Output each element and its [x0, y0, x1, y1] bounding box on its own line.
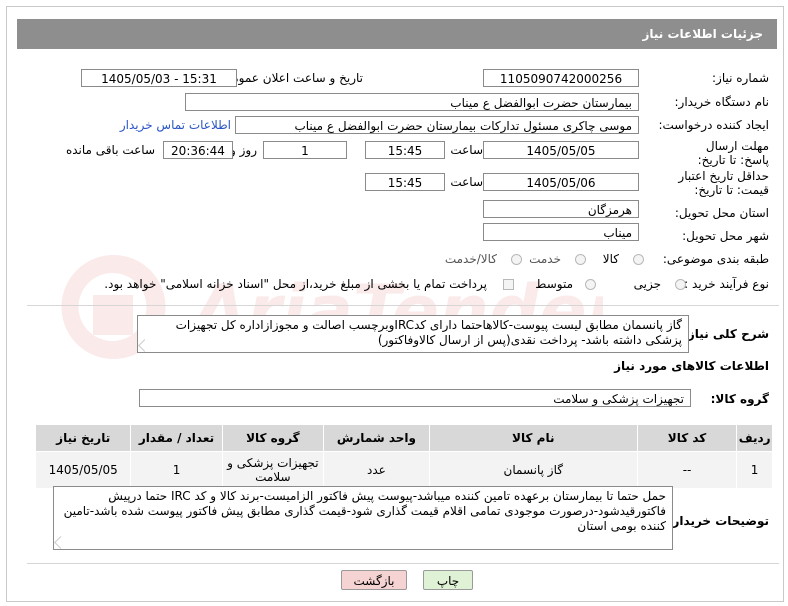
category-goods-radio[interactable] — [633, 254, 644, 265]
province-field: هرمزگان — [483, 200, 639, 218]
category-goods-label: کالا — [602, 252, 619, 266]
details-panel: جزئیات اطلاعات نیاز AriaTender.neT شماره… — [6, 6, 784, 602]
price-validity-time-field: 15:45 — [365, 173, 445, 191]
need-number-field: 1105090742000256 — [483, 69, 639, 87]
deadline-time-label: ساعت — [450, 143, 483, 157]
price-validity-time-label: ساعت — [450, 175, 483, 189]
price-validity-label: حداقل تاریخ اعتبار قیمت: تا تاریخ: — [678, 169, 769, 197]
cell-group: تجهیزات پزشکی و سلامت — [221, 451, 325, 489]
days-label: روز و — [230, 143, 257, 157]
description-label: شرح کلی نیاز: — [683, 327, 769, 341]
divider — [27, 305, 779, 306]
payment-note: پرداخت تمام یا بخشی از مبلغ خرید،از محل … — [104, 277, 487, 291]
col-code-header: کد کالا — [636, 424, 738, 452]
requester-field: موسی چاکری مسئول تدارکات بیمارستان حضرت … — [235, 116, 639, 134]
remaining-label: ساعت باقی مانده — [65, 143, 155, 157]
resize-grip-icon[interactable] — [54, 536, 67, 549]
deadline-date-field: 1405/05/05 — [483, 141, 639, 159]
buyer-notes-label: توضیحات خریدار: — [667, 514, 769, 528]
cell-code: -- — [636, 451, 738, 489]
col-name-header: نام کالا — [428, 424, 638, 452]
process-minor-radio[interactable] — [675, 279, 686, 290]
cell-unit: عدد — [323, 451, 430, 489]
description-text: گاز پانسمان مطابق لیست پیوست-کالاهاحتما … — [175, 318, 682, 347]
announce-label: تاریخ و ساعت اعلان عمومی: — [218, 71, 363, 85]
city-label: شهر محل تحویل: — [682, 229, 769, 243]
process-medium-label: متوسط — [535, 277, 573, 291]
days-field: 1 — [263, 141, 347, 159]
remaining-time-field: 20:36:44 — [163, 141, 233, 159]
process-label: نوع فرآیند خرید : — [684, 277, 769, 291]
announce-field: 1405/05/03 - 15:31 — [81, 69, 237, 87]
cell-qty: 1 — [130, 451, 223, 489]
col-unit-header: واحد شمارش — [323, 424, 430, 452]
city-field: میناب — [483, 223, 639, 241]
goods-group-label: گروه کالا: — [710, 392, 769, 406]
panel-title: جزئیات اطلاعات نیاز — [642, 27, 763, 41]
contact-info-link[interactable]: اطلاعات تماس خریدار — [120, 118, 231, 132]
items-table: ردیف کد کالا نام کالا واحد شمارش گروه کا… — [34, 424, 773, 489]
table-row[interactable]: 1 -- گاز پانسمان عدد تجهیزات پزشکی و سلا… — [34, 451, 773, 489]
col-row-header: ردیف — [736, 424, 773, 452]
cell-name: گاز پانسمان — [428, 451, 638, 489]
description-textarea[interactable]: گاز پانسمان مطابق لیست پیوست-کالاهاحتما … — [137, 315, 689, 353]
category-service-radio[interactable] — [575, 254, 586, 265]
buyer-notes-text: حمل حتما تا بیمارستان برعهده تامین کننده… — [63, 489, 666, 533]
treasury-payment-checkbox[interactable] — [503, 279, 514, 290]
deadline-time-field: 15:45 — [365, 141, 445, 159]
divider — [27, 563, 779, 564]
back-button[interactable]: بازگشت — [341, 570, 407, 590]
col-group-header: گروه کالا — [221, 424, 325, 452]
buyer-notes-textarea[interactable]: حمل حتما تا بیمارستان برعهده تامین کننده… — [53, 486, 673, 550]
category-service-label: خدمت — [529, 252, 561, 266]
process-medium-radio[interactable] — [585, 279, 596, 290]
cell-date: 1405/05/05 — [34, 451, 132, 489]
category-goods-service-radio[interactable] — [511, 254, 522, 265]
requester-label: ایجاد کننده درخواست: — [658, 118, 769, 132]
buyer-org-field: بیمارستان حضرت ابوالفضل ع میناب — [185, 93, 639, 111]
process-minor-label: جزیی — [633, 277, 661, 291]
goods-group-field: تجهیزات پزشکی و سلامت — [139, 389, 691, 407]
need-number-label: شماره نیاز: — [712, 71, 769, 85]
category-goods-service-label: کالا/خدمت — [444, 252, 497, 266]
col-qty-header: تعداد / مقدار — [130, 424, 223, 452]
deadline-label: مهلت ارسال پاسخ: تا تاریخ: — [697, 139, 769, 167]
goods-section-title: اطلاعات کالاهای مورد نیاز — [614, 359, 769, 373]
panel-header: جزئیات اطلاعات نیاز — [17, 19, 777, 49]
cell-row: 1 — [736, 451, 773, 489]
resize-grip-icon[interactable] — [138, 339, 151, 352]
print-button[interactable]: چاپ — [423, 570, 473, 590]
items-table-header: ردیف کد کالا نام کالا واحد شمارش گروه کا… — [34, 424, 773, 452]
province-label: استان محل تحویل: — [674, 206, 769, 220]
col-date-header: تاریخ نیاز — [34, 424, 132, 452]
price-validity-date-field: 1405/05/06 — [483, 173, 639, 191]
buyer-org-label: نام دستگاه خریدار: — [674, 95, 770, 109]
category-label: طبقه بندی موضوعی: — [662, 252, 769, 266]
